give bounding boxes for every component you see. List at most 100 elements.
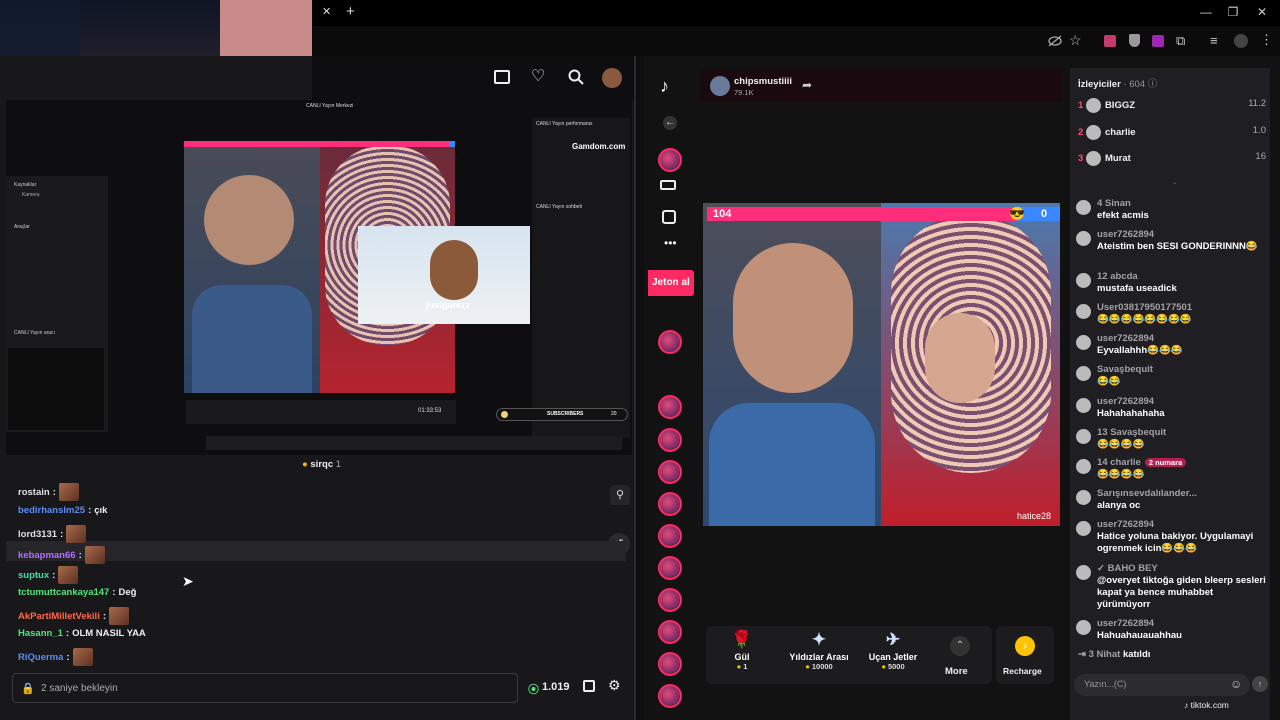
join-user[interactable]: 3 Nihat: [1089, 649, 1121, 660]
live-avatar[interactable]: [658, 148, 682, 172]
live-avatar[interactable]: [658, 588, 682, 612]
chat-username[interactable]: Hasann_1: [18, 628, 63, 639]
back-arrow-icon[interactable]: ←: [663, 116, 677, 130]
channel-points-icon[interactable]: ⦿: [528, 681, 539, 697]
chat-username[interactable]: 14 charlie 2 numara: [1097, 457, 1266, 469]
chat-username[interactable]: AkPartiMilletVekili: [18, 611, 100, 622]
profile-avatar[interactable]: [1234, 34, 1248, 48]
chat-user-avatar[interactable]: [1076, 335, 1091, 350]
chat-username[interactable]: 13 Savaşbequit: [1097, 427, 1266, 439]
chat-input[interactable]: 🔒 2 saniye bekleyin: [12, 673, 518, 703]
close-window-button[interactable]: ✕: [1252, 5, 1272, 19]
more-dots-icon[interactable]: •••: [664, 236, 677, 250]
chat-username[interactable]: user7262894: [1097, 618, 1266, 630]
live-avatar[interactable]: [658, 652, 682, 676]
host-avatar[interactable]: [710, 76, 730, 96]
host-name[interactable]: chipsmustiiii: [734, 76, 792, 87]
channel-points-count[interactable]: 1.019: [542, 681, 570, 693]
chat-user-avatar[interactable]: [1076, 459, 1091, 474]
top-viewer-row[interactable]: 1 BIGGZ 11.2: [1078, 98, 1266, 113]
chat-user-avatar[interactable]: [1076, 490, 1091, 505]
recharge-button[interactable]: Recharge: [1003, 666, 1042, 676]
chat-username[interactable]: rostain: [18, 487, 50, 498]
chat-username[interactable]: user7262894: [1097, 229, 1266, 241]
chat-username[interactable]: tctumuttcankaya147: [18, 587, 109, 598]
emote-image[interactable]: [66, 525, 87, 543]
gift-item[interactable]: ✦ Yıldızlar Arası ● 10000: [786, 630, 852, 671]
puzzle-icon[interactable]: ⧉: [1176, 33, 1185, 49]
guest-name[interactable]: hatice28: [1017, 511, 1051, 521]
extension-icon[interactable]: [1152, 35, 1164, 47]
live-avatar[interactable]: [658, 395, 682, 419]
live-avatar[interactable]: [658, 684, 682, 708]
chat-user-avatar[interactable]: [1076, 304, 1091, 319]
chat-user-avatar[interactable]: [1076, 273, 1091, 288]
emoji-icon[interactable]: ☺: [1230, 677, 1242, 691]
tiktok-logo-icon[interactable]: ♪: [660, 76, 669, 97]
jeton-al-banner[interactable]: Jeton al: [648, 270, 694, 296]
star-bookmark-icon[interactable]: ☆: [1069, 32, 1082, 49]
emote-image[interactable]: [58, 483, 79, 501]
chat-username[interactable]: Savaşbequit: [1097, 364, 1266, 376]
gift-item[interactable]: ✈ Uçan Jetler ● 5000: [862, 630, 924, 671]
emote-image[interactable]: [72, 648, 93, 666]
live-avatar[interactable]: [658, 620, 682, 644]
emote-image[interactable]: [109, 607, 130, 625]
chat-user-avatar[interactable]: [1076, 620, 1091, 635]
chat-username[interactable]: 12 abcda: [1097, 271, 1266, 283]
live-avatar[interactable]: [658, 524, 682, 548]
live-avatar[interactable]: [658, 492, 682, 516]
heart-icon[interactable]: ♡: [531, 66, 545, 86]
minimize-window-button[interactable]: —: [1196, 5, 1216, 19]
chat-username[interactable]: bedirhanslm25: [18, 505, 85, 516]
gift-item[interactable]: 🌹 Gül ● 1: [716, 630, 768, 671]
more-gifts-button[interactable]: More: [945, 666, 968, 677]
live-avatar[interactable]: [658, 460, 682, 484]
pin-icon[interactable]: ⚲: [610, 485, 630, 505]
close-tab-icon[interactable]: ✕: [322, 5, 331, 18]
user-avatar[interactable]: [602, 68, 622, 88]
info-icon[interactable]: ⓘ: [1148, 79, 1158, 90]
more-options-icon[interactable]: ⋮: [1260, 32, 1273, 48]
chat-username[interactable]: User03817950177501: [1097, 302, 1266, 314]
chat-username[interactable]: 4 Sinan: [1097, 198, 1266, 210]
chat-username[interactable]: user7262894: [1097, 333, 1266, 345]
gift-icon[interactable]: [583, 680, 595, 692]
collapse-chevron-icon[interactable]: ⌄: [1172, 178, 1178, 186]
chat-user-avatar[interactable]: [1076, 521, 1091, 536]
explore-icon[interactable]: [662, 210, 676, 224]
send-arrow-icon[interactable]: ↑: [1252, 676, 1268, 692]
live-avatar[interactable]: [658, 428, 682, 452]
clips-icon[interactable]: [494, 70, 510, 84]
chat-username[interactable]: user7262894: [1097, 396, 1266, 408]
chat-username[interactable]: suptux: [18, 570, 49, 581]
live-avatar[interactable]: [658, 556, 682, 580]
menu-lines-icon[interactable]: ≡: [1210, 33, 1218, 48]
chat-username[interactable]: ✓ BAHO BEY: [1097, 563, 1266, 575]
search-icon[interactable]: [568, 69, 584, 85]
share-arrow-icon[interactable]: ➦: [802, 78, 812, 92]
eye-off-icon[interactable]: [1048, 35, 1062, 47]
chat-username[interactable]: kebapman66: [18, 550, 76, 561]
new-tab-button[interactable]: +: [346, 3, 355, 20]
maximize-window-button[interactable]: ❐: [1223, 5, 1243, 19]
top-viewer-row[interactable]: 3 Murat 16: [1078, 151, 1266, 166]
chevron-up-icon[interactable]: ⌃: [950, 636, 970, 656]
chat-user-avatar[interactable]: [1076, 200, 1091, 215]
chat-username[interactable]: user7262894: [1097, 519, 1266, 531]
chat-user-avatar[interactable]: [1076, 565, 1091, 580]
top-viewer-row[interactable]: 2 charlie 1.0: [1078, 125, 1266, 140]
live-avatar[interactable]: [658, 330, 682, 354]
shield-icon[interactable]: [1129, 34, 1140, 47]
tiktok-chat-input[interactable]: Yazın...(C) ☺: [1074, 674, 1250, 696]
chat-username[interactable]: lord3131: [18, 529, 57, 540]
settings-gear-icon[interactable]: ⚙: [608, 677, 621, 694]
chat-user-avatar[interactable]: [1076, 366, 1091, 381]
chat-username[interactable]: RiQuerma: [18, 652, 63, 663]
extension-icon[interactable]: [1104, 35, 1116, 47]
chat-user-avatar[interactable]: [1076, 231, 1091, 246]
chat-user-avatar[interactable]: [1076, 398, 1091, 413]
emote-image[interactable]: [84, 546, 105, 564]
video-camera-icon[interactable]: [660, 180, 676, 190]
chat-user-avatar[interactable]: [1076, 429, 1091, 444]
